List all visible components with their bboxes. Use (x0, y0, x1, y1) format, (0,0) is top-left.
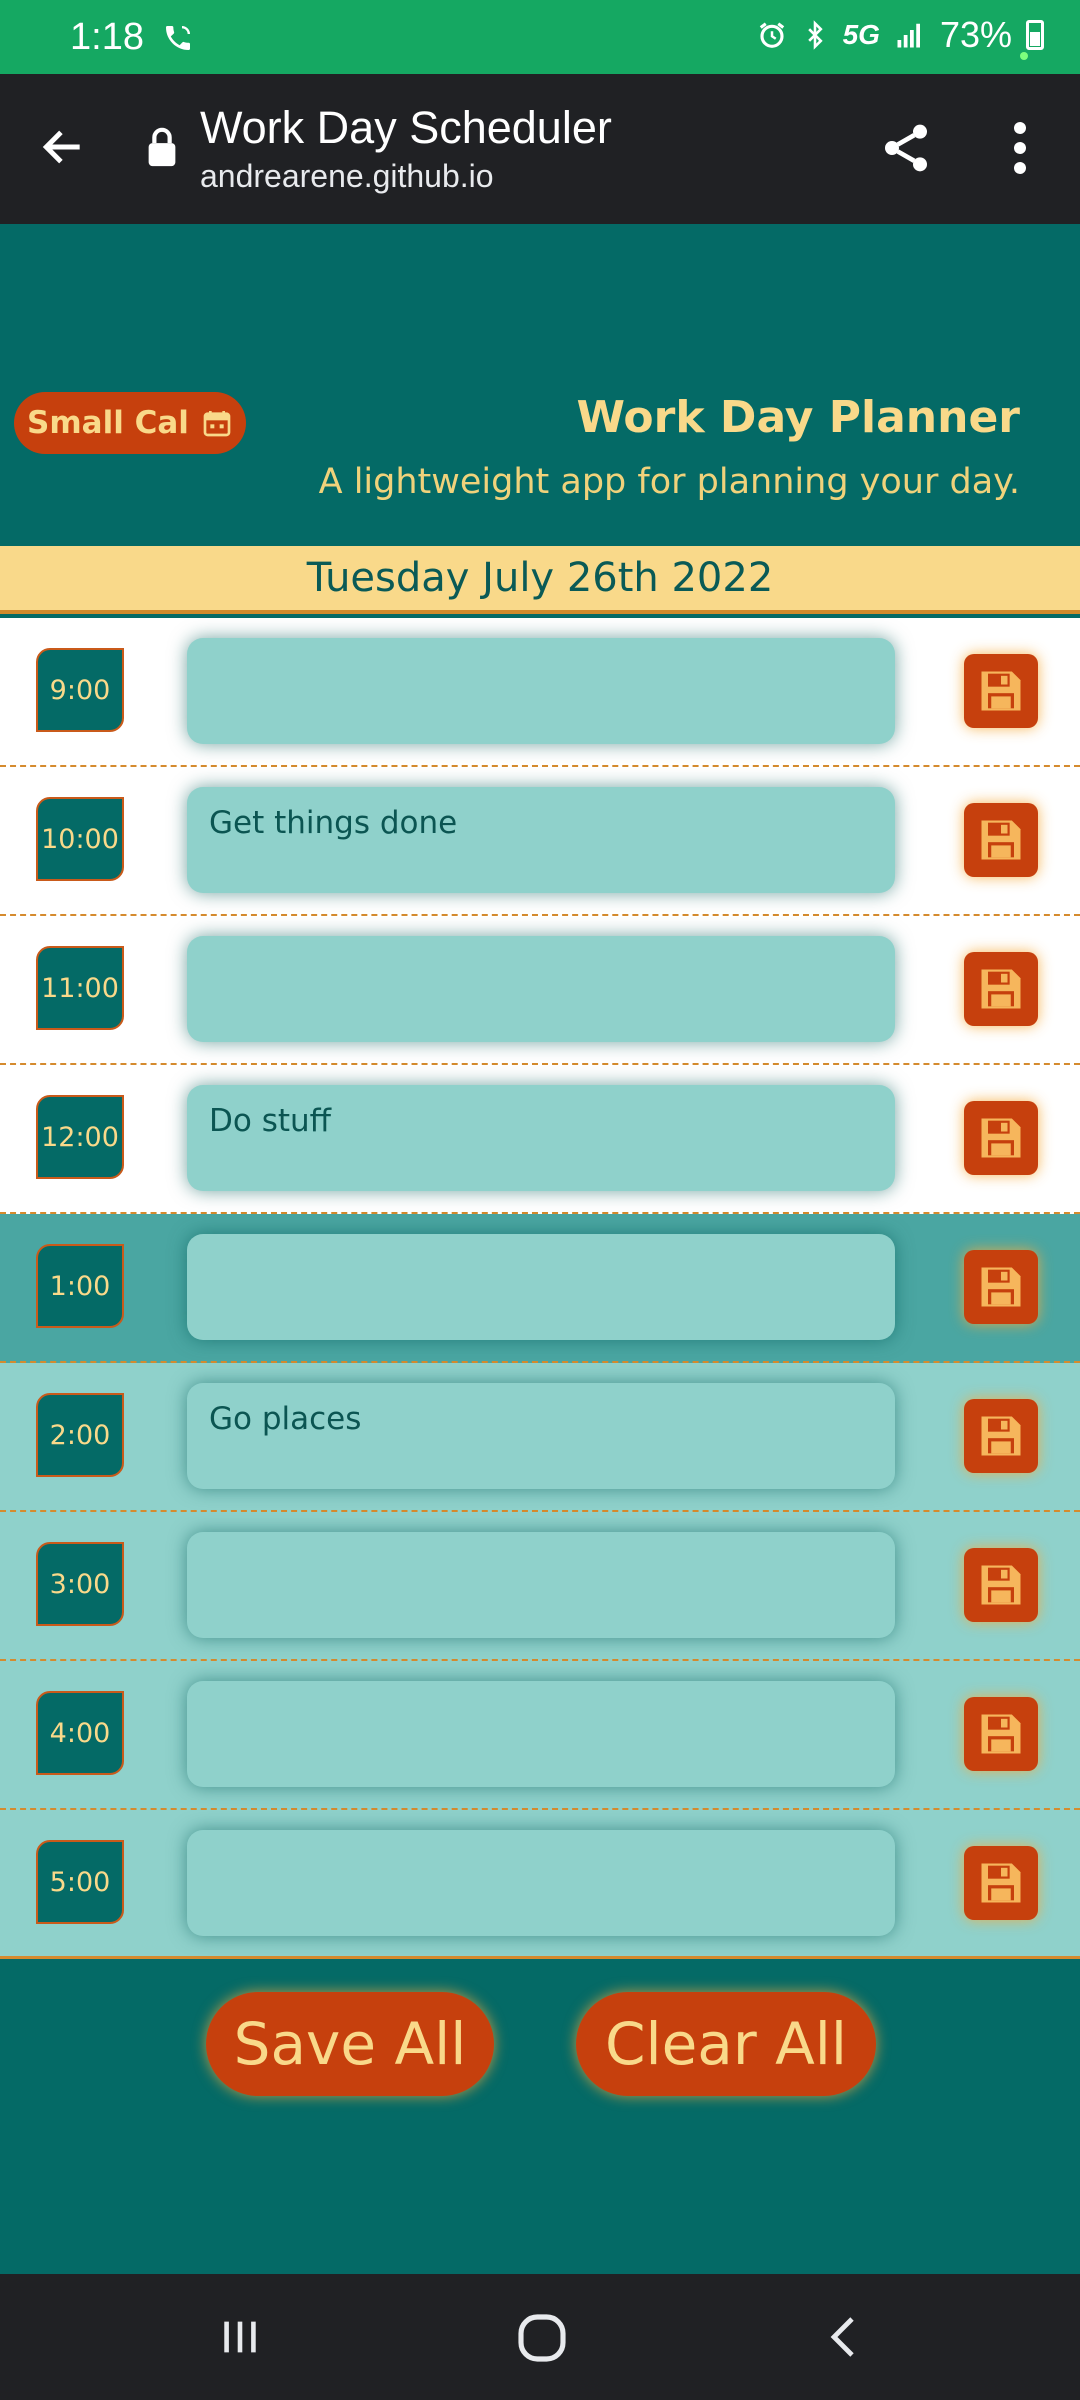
save-button[interactable] (964, 1250, 1038, 1324)
time-block-row: 4:00 (0, 1661, 1080, 1810)
system-nav-bar (0, 2274, 1080, 2400)
floppy-disk-icon (981, 1863, 1021, 1903)
save-button[interactable] (964, 952, 1038, 1026)
floppy-disk-icon (981, 1714, 1021, 1754)
event-textarea[interactable]: Get things done (187, 787, 895, 893)
time-block-row: 3:00 (0, 1512, 1080, 1661)
status-icons: 5G 73% (757, 14, 1044, 56)
hour-label: 9:00 (36, 648, 124, 732)
current-date: Tuesday July 26th 2022 (0, 546, 1080, 614)
save-button[interactable] (964, 1101, 1038, 1175)
save-button[interactable] (964, 803, 1038, 877)
event-textarea[interactable] (187, 1234, 895, 1340)
lock-icon (148, 127, 176, 167)
wifi-call-icon (166, 26, 190, 50)
small-cal-button[interactable]: Small Cal (14, 392, 246, 454)
time-block-row: 2:00 Go places (0, 1363, 1080, 1512)
calendar-icon (203, 411, 231, 437)
page-url[interactable]: andrearene.github.io (200, 158, 494, 195)
planner-header: Small Cal Work Day Planner A lightweight… (0, 224, 1080, 546)
time-block-row: 11:00 (0, 916, 1080, 1065)
footer-actions: Save All Clear All (0, 1960, 1080, 2274)
planner-title: Work Day Planner (576, 392, 1020, 443)
battery-icon (1026, 20, 1044, 50)
battery-percent: 73% (939, 14, 1012, 55)
planner-subtitle: A lightweight app for planning your day. (318, 462, 1020, 502)
floppy-disk-icon (981, 1267, 1021, 1307)
save-button[interactable] (964, 1846, 1038, 1920)
signal-icon (897, 23, 920, 48)
hour-label: 10:00 (36, 797, 124, 881)
floppy-disk-icon (981, 820, 1021, 860)
event-textarea[interactable] (187, 1532, 895, 1638)
share-icon[interactable] (878, 120, 934, 176)
status-bar: 1:18 5G 73% (0, 0, 1080, 74)
floppy-disk-icon (981, 1118, 1021, 1158)
clear-all-button[interactable]: Clear All (576, 1992, 876, 2096)
time-block-list: 9:00 10:00 Get things done 11:00 12:00 Do stu… (0, 618, 1080, 1959)
status-time: 1:18 (70, 16, 144, 58)
browser-toolbar: Work Day Scheduler andrearene.github.io (0, 74, 1080, 224)
hour-label: 4:00 (36, 1691, 124, 1775)
hour-label: 1:00 (36, 1244, 124, 1328)
save-button[interactable] (964, 1697, 1038, 1771)
hour-label: 2:00 (36, 1393, 124, 1477)
floppy-disk-icon (981, 969, 1021, 1009)
alarm-icon (759, 22, 784, 48)
save-button[interactable] (964, 1399, 1038, 1473)
time-block-row: 9:00 (0, 618, 1080, 767)
save-all-button[interactable]: Save All (206, 1992, 494, 2096)
event-textarea[interactable] (187, 1830, 895, 1936)
recent-apps-icon[interactable] (216, 2314, 264, 2360)
network-type: 5G (842, 19, 880, 50)
hour-label: 3:00 (36, 1542, 124, 1626)
time-block-row: 1:00 (0, 1214, 1080, 1363)
save-button[interactable] (964, 654, 1038, 728)
event-textarea[interactable] (187, 638, 895, 744)
event-textarea[interactable]: Do stuff (187, 1085, 895, 1191)
event-textarea[interactable] (187, 1681, 895, 1787)
system-back-icon[interactable] (820, 2312, 868, 2362)
privacy-indicator-dot (1020, 52, 1028, 60)
floppy-disk-icon (981, 671, 1021, 711)
time-block-row: 5:00 (0, 1810, 1080, 1959)
save-button[interactable] (964, 1548, 1038, 1622)
back-arrow-icon[interactable] (38, 122, 88, 172)
hour-label: 12:00 (36, 1095, 124, 1179)
time-block-row: 12:00 Do stuff (0, 1065, 1080, 1214)
event-textarea[interactable] (187, 936, 895, 1042)
bluetooth-icon (807, 20, 823, 50)
floppy-disk-icon (981, 1416, 1021, 1456)
floppy-disk-icon (981, 1565, 1021, 1605)
hour-label: 11:00 (36, 946, 124, 1030)
time-block-row: 10:00 Get things done (0, 767, 1080, 916)
more-options-icon[interactable] (1000, 120, 1040, 176)
hour-label: 5:00 (36, 1840, 124, 1924)
event-textarea[interactable]: Go places (187, 1383, 895, 1489)
page-title: Work Day Scheduler (200, 102, 612, 153)
home-icon[interactable] (514, 2310, 570, 2366)
small-cal-label: Small Cal (27, 405, 189, 441)
